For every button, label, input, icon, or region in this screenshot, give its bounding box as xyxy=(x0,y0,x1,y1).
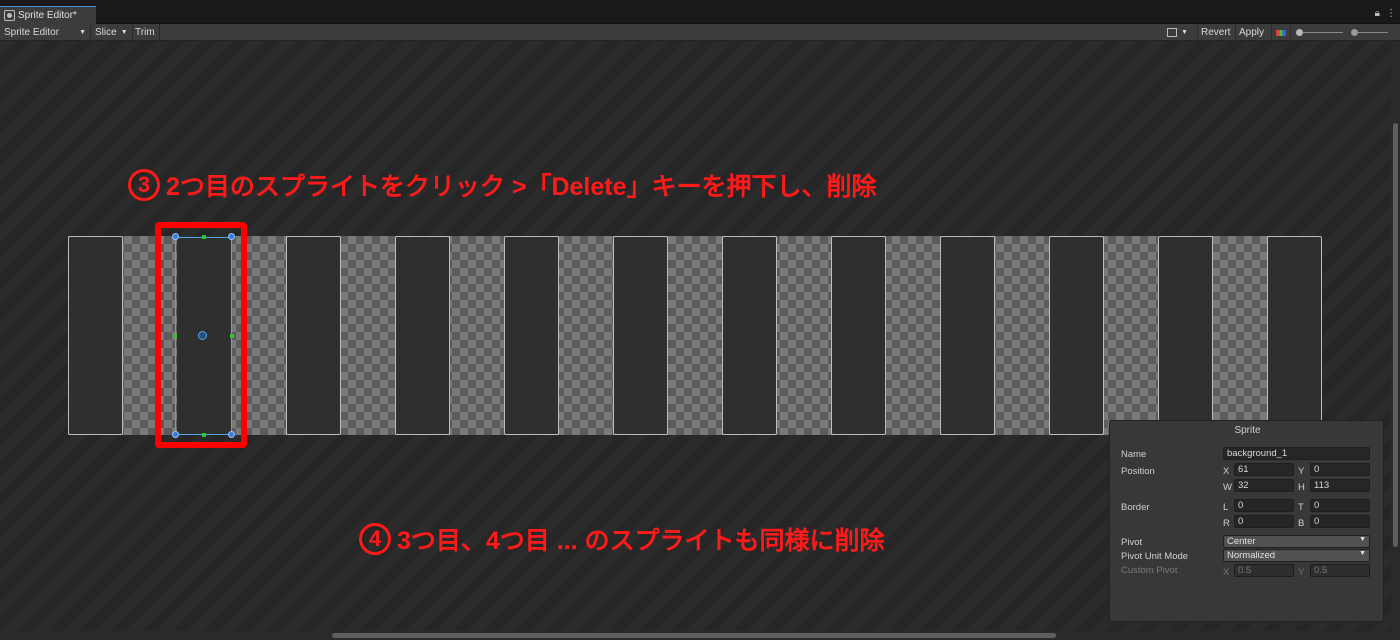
step4-annotation: 4 3つ目、4つ目 ... のスプライトも同様に削除 xyxy=(359,521,885,557)
tab-sprite-editor[interactable]: Sprite Editor* xyxy=(0,6,96,24)
cp-x-label: X xyxy=(1223,567,1230,578)
step3-annotation: 3 2つ目のスプライトをクリック >「Delete」キーを押下し、削除 xyxy=(128,167,877,203)
horizontal-scrollbar[interactable] xyxy=(0,631,1400,640)
sprite-slice[interactable] xyxy=(504,236,559,435)
sprite-mode-dropdown[interactable]: ▼ xyxy=(1167,24,1188,41)
slice-dropdown[interactable]: Slice ▼ xyxy=(91,24,133,41)
custom-pivot-label: Custom Pivot xyxy=(1121,565,1178,576)
name-label: Name xyxy=(1121,449,1147,460)
vertical-scroll-thumb[interactable] xyxy=(1393,123,1398,547)
cp-y-label: Y xyxy=(1298,567,1305,578)
h-label: H xyxy=(1298,482,1305,493)
l-label: L xyxy=(1223,502,1229,513)
border-t-field[interactable]: 0 xyxy=(1310,499,1370,512)
custom-pivot-x-field: 0.5 xyxy=(1234,564,1294,577)
position-label: Position xyxy=(1121,466,1155,477)
sprite-slice[interactable] xyxy=(1049,236,1104,435)
b-label: B xyxy=(1298,518,1305,529)
revert-button[interactable]: Revert xyxy=(1197,24,1233,41)
sprite-slice[interactable] xyxy=(722,236,777,435)
lock-icon[interactable]: 🔒︎ xyxy=(1375,8,1380,19)
pivot-label: Pivot xyxy=(1121,537,1143,548)
chevron-down-icon: ▼ xyxy=(79,29,86,36)
mip-slider-knob[interactable] xyxy=(1351,29,1358,36)
r-label: R xyxy=(1223,518,1230,529)
x-label: X xyxy=(1223,466,1230,477)
w-label: W xyxy=(1223,482,1232,493)
chevron-down-icon: ▼ xyxy=(1181,29,1188,36)
zoom-slider-knob[interactable] xyxy=(1296,29,1303,36)
step4-number: 4 xyxy=(359,523,391,555)
step4-text: 3つ目、4つ目 ... のスプライトも同様に削除 xyxy=(397,527,885,555)
chevron-down-icon: ▼ xyxy=(1359,550,1366,557)
pivot-unit-dropdown[interactable]: Normalized ▼ xyxy=(1223,549,1370,562)
sprite-slice[interactable] xyxy=(831,236,886,435)
chevron-down-icon: ▼ xyxy=(1359,536,1366,543)
horizontal-scroll-thumb[interactable] xyxy=(332,633,1056,638)
pivot-unit-dropdown-value: Normalized xyxy=(1227,550,1276,561)
tab-actions: 🔒︎ ⋮ xyxy=(1375,8,1396,19)
trim-button[interactable]: Trim xyxy=(131,24,160,41)
custom-pivot-y-field: 0.5 xyxy=(1310,564,1370,577)
height-field[interactable]: 113 xyxy=(1310,479,1370,492)
zoom-slider[interactable] xyxy=(1296,24,1396,41)
position-x-field[interactable]: 61 xyxy=(1234,463,1294,476)
mip-slider-track xyxy=(1358,32,1388,33)
apply-button[interactable]: Apply xyxy=(1235,24,1267,41)
sprite-slice[interactable] xyxy=(1267,236,1322,435)
name-field[interactable]: background_1 xyxy=(1223,447,1370,460)
panel-title: Sprite xyxy=(1234,425,1261,436)
border-b-field[interactable]: 0 xyxy=(1310,515,1370,528)
border-l-field[interactable]: 0 xyxy=(1234,499,1294,512)
sprite-editor-icon xyxy=(4,10,15,21)
highlight-box xyxy=(155,222,247,448)
vertical-scrollbar[interactable] xyxy=(1391,41,1400,631)
y-label: Y xyxy=(1298,466,1305,477)
sprite-slice[interactable] xyxy=(1158,236,1213,435)
border-r-field[interactable]: 0 xyxy=(1234,515,1294,528)
mode-dropdown[interactable]: Sprite Editor ▼ xyxy=(0,24,91,41)
texture-sheet xyxy=(68,236,1322,435)
pivot-unit-label: Pivot Unit Mode xyxy=(1121,551,1189,562)
sprite-frame-icon xyxy=(1167,28,1177,37)
rgb-icon xyxy=(1276,29,1286,36)
t-label: T xyxy=(1298,502,1304,513)
tab-bar: Sprite Editor* 🔒︎ ⋮ xyxy=(0,6,1400,24)
revert-label: Revert xyxy=(1201,27,1231,38)
step3-number: 3 xyxy=(128,169,160,201)
pivot-dropdown[interactable]: Center ▼ xyxy=(1223,535,1370,548)
mode-dropdown-label: Sprite Editor xyxy=(4,27,60,38)
apply-label: Apply xyxy=(1239,27,1265,38)
sprite-slice[interactable] xyxy=(68,236,123,435)
zoom-slider-track xyxy=(1303,32,1343,33)
trim-label: Trim xyxy=(135,27,155,38)
color-channel-toggle[interactable] xyxy=(1271,24,1291,41)
sprite-canvas[interactable]: 3 2つ目のスプライトをクリック >「Delete」キーを押下し、削除 4 3つ… xyxy=(0,41,1391,631)
editor-toolbar: Sprite Editor ▼ Slice ▼ Trim ▼ Revert Ap… xyxy=(0,24,1400,41)
pivot-dropdown-value: Center xyxy=(1227,536,1256,547)
position-y-field[interactable]: 0 xyxy=(1310,463,1370,476)
border-label: Border xyxy=(1121,502,1150,513)
sprite-slice[interactable] xyxy=(395,236,450,435)
sprite-slice[interactable] xyxy=(286,236,341,435)
tab-title: Sprite Editor* xyxy=(18,10,77,21)
kebab-menu-icon[interactable]: ⋮ xyxy=(1386,8,1396,19)
step3-text: 2つ目のスプライトをクリック >「Delete」キーを押下し、削除 xyxy=(166,173,877,201)
sprite-properties-panel: Sprite Name background_1 Position X 61 Y… xyxy=(1109,420,1384,622)
slice-label: Slice xyxy=(95,27,117,38)
sprite-slice[interactable] xyxy=(613,236,668,435)
sprite-slice[interactable] xyxy=(940,236,995,435)
width-field[interactable]: 32 xyxy=(1234,479,1294,492)
chevron-down-icon: ▼ xyxy=(120,29,128,36)
